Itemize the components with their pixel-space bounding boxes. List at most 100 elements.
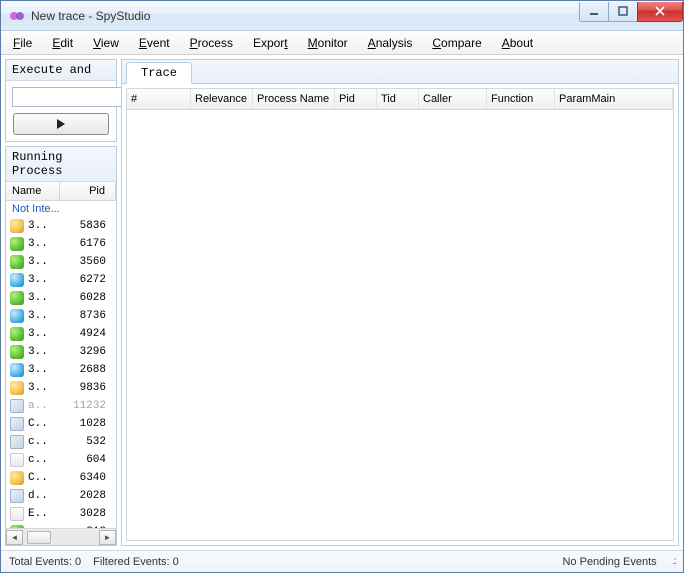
client-area: Execute and .. Running Process Name — [1, 55, 683, 550]
process-name: 3.. — [28, 364, 52, 376]
process-row[interactable]: 3.. 6176 — [6, 235, 116, 253]
play-icon — [56, 119, 66, 129]
process-row[interactable]: d..2028 — [6, 487, 116, 505]
process-row[interactable]: E..3028 — [6, 505, 116, 523]
running-process-header: Running Process — [6, 147, 116, 182]
process-icon — [10, 507, 24, 521]
menu-monitor[interactable]: Monitor — [308, 36, 348, 50]
col-tid[interactable]: Tid — [377, 89, 419, 109]
process-icon — [10, 327, 24, 341]
process-row[interactable]: 3..8736 — [6, 307, 116, 325]
process-row[interactable]: C..6340 — [6, 469, 116, 487]
process-row[interactable]: c.. 604 — [6, 451, 116, 469]
process-row[interactable]: C..1028 — [6, 415, 116, 433]
process-icon — [10, 255, 24, 269]
process-icon — [10, 417, 24, 431]
process-pid: 604 — [56, 454, 112, 466]
process-row[interactable]: 3.. 3296 — [6, 343, 116, 361]
process-name: a.. — [28, 400, 52, 412]
status-pending-events: No Pending Events — [562, 556, 656, 568]
col-name[interactable]: Name — [6, 182, 60, 200]
process-icon — [10, 219, 24, 233]
process-row[interactable]: c..532 — [6, 433, 116, 451]
process-icon — [10, 345, 24, 359]
scroll-left-icon[interactable]: ◄ — [6, 530, 23, 545]
statusbar: Total Events: 0 Filtered Events: 0 No Pe… — [1, 550, 683, 572]
process-pid: 3296 — [56, 346, 112, 358]
process-row[interactable]: 3..6272 — [6, 271, 116, 289]
execute-panel: Execute and .. — [5, 59, 117, 142]
menu-file[interactable]: File — [13, 36, 32, 50]
close-button[interactable] — [637, 2, 683, 22]
process-name: 3.. — [28, 274, 52, 286]
menu-edit[interactable]: Edit — [52, 36, 73, 50]
process-name: 3.. — [28, 328, 52, 340]
scroll-right-icon[interactable]: ► — [99, 530, 116, 545]
process-name: 3.. — [28, 382, 52, 394]
col-function[interactable]: Function — [487, 89, 555, 109]
minimize-button[interactable] — [579, 2, 609, 22]
process-row[interactable]: 3.. 9836 — [6, 379, 116, 397]
menu-export[interactable]: Export — [253, 36, 288, 50]
process-pid: 5836 — [56, 220, 112, 232]
process-row[interactable]: 3.. 5836 — [6, 217, 116, 235]
process-name: 3.. — [28, 238, 52, 250]
process-pid: 6340 — [56, 472, 112, 484]
process-icon — [10, 489, 24, 503]
col-caller[interactable]: Caller — [419, 89, 487, 109]
process-row[interactable]: a.. 11232 — [6, 397, 116, 415]
process-row[interactable]: 3..6028 — [6, 289, 116, 307]
process-row[interactable]: 3..4924 — [6, 325, 116, 343]
process-pid: 6028 — [56, 292, 112, 304]
scroll-thumb[interactable] — [27, 531, 51, 544]
process-list[interactable]: Not Inte... 3.. 5836 3.. 6176 3..35603..6272… — [6, 201, 116, 528]
menu-analysis[interactable]: Analysis — [368, 36, 413, 50]
process-name: C.. — [28, 418, 52, 430]
process-icon — [10, 435, 24, 449]
menu-about[interactable]: About — [502, 36, 533, 50]
maximize-button[interactable] — [608, 2, 638, 22]
menu-compare[interactable]: Compare — [432, 36, 481, 50]
titlebar[interactable]: New trace - SpyStudio — [1, 1, 683, 31]
process-name: d.. — [28, 490, 52, 502]
process-icon — [10, 291, 24, 305]
process-name: c.. — [28, 454, 52, 466]
process-columns[interactable]: Name Pid — [6, 182, 116, 201]
process-pid: 2688 — [56, 364, 112, 376]
process-pid: 9836 — [56, 382, 112, 394]
process-name: 3.. — [28, 220, 52, 232]
menu-process[interactable]: Process — [190, 36, 233, 50]
col-pid[interactable]: Pid — [335, 89, 377, 109]
process-pid: 6176 — [56, 238, 112, 250]
trace-columns[interactable]: # Relevance Process Name Pid Tid Caller … — [127, 89, 673, 110]
status-filtered-events: Filtered Events: 0 — [93, 556, 179, 568]
process-row[interactable]: 3.. 2688 — [6, 361, 116, 379]
process-group[interactable]: Not Inte... — [6, 201, 116, 217]
menu-event[interactable]: Event — [139, 36, 170, 50]
process-icon — [10, 381, 24, 395]
process-name: E.. — [28, 508, 52, 520]
col-process-name[interactable]: Process Name — [253, 89, 335, 109]
resize-grip-icon[interactable]: .:: — [673, 556, 675, 567]
tab-trace[interactable]: Trace — [126, 62, 192, 84]
col-number[interactable]: # — [127, 89, 191, 109]
execute-header: Execute and — [6, 60, 116, 81]
col-pid[interactable]: Pid — [60, 182, 116, 200]
status-total-events: Total Events: 0 — [9, 556, 81, 568]
process-name: 3.. — [28, 346, 52, 358]
menu-view[interactable]: View — [93, 36, 119, 50]
col-parammain[interactable]: ParamMain — [555, 89, 673, 109]
main-window: New trace - SpyStudio File Edit View Eve… — [0, 0, 684, 573]
process-name: 3.. — [28, 256, 52, 268]
left-pane: Execute and .. Running Process Name — [5, 59, 117, 546]
process-icon — [10, 273, 24, 287]
play-button[interactable] — [13, 113, 109, 135]
col-relevance[interactable]: Relevance — [191, 89, 253, 109]
process-name: 3.. — [28, 310, 52, 322]
process-row[interactable]: 3..3560 — [6, 253, 116, 271]
trace-grid[interactable]: # Relevance Process Name Pid Tid Caller … — [126, 88, 674, 541]
process-icon — [10, 309, 24, 323]
process-hscrollbar[interactable]: ◄ ► — [6, 528, 116, 545]
right-pane: Trace # Relevance Process Name Pid Tid C… — [121, 59, 679, 546]
process-pid: 11232 — [56, 400, 112, 412]
